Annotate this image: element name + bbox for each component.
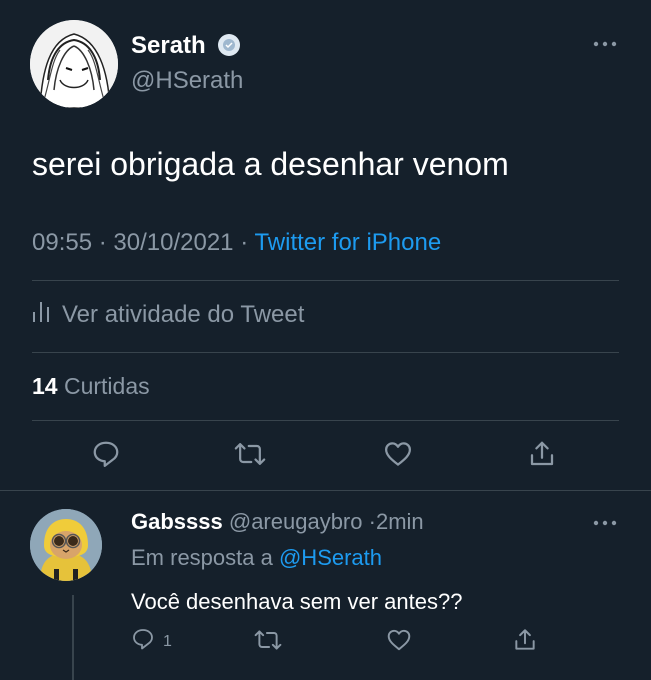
likes-number: 14 bbox=[32, 373, 58, 399]
like-icon bbox=[386, 627, 412, 658]
retweet-button[interactable] bbox=[232, 438, 268, 474]
more-icon[interactable] bbox=[592, 516, 618, 527]
reply-icon bbox=[91, 439, 121, 474]
meta-separator: · bbox=[98, 229, 107, 256]
reply-count: 1 bbox=[163, 632, 172, 650]
share-button[interactable] bbox=[524, 438, 560, 474]
meta-separator: · bbox=[240, 229, 249, 256]
thread-line bbox=[72, 595, 74, 680]
reply-icon bbox=[131, 627, 155, 656]
retweet-icon bbox=[254, 627, 282, 658]
tweet-date[interactable]: 30/10/2021 bbox=[113, 229, 233, 256]
author-name[interactable]: Serath bbox=[131, 32, 206, 60]
like-icon bbox=[383, 439, 413, 474]
like-button[interactable] bbox=[380, 438, 416, 474]
divider bbox=[32, 352, 619, 353]
reply-retweet-button[interactable] bbox=[254, 627, 282, 658]
share-icon bbox=[512, 627, 538, 658]
reply-to-mention[interactable]: @HSerath bbox=[279, 545, 382, 570]
tweet-source-link[interactable]: Twitter for iPhone bbox=[254, 229, 441, 256]
author-handle[interactable]: @HSerath bbox=[131, 67, 243, 95]
divider bbox=[32, 280, 619, 281]
meta-separator: · bbox=[368, 509, 376, 534]
reply-header: Gabssss @areugaybro ·2min bbox=[131, 509, 424, 535]
divider bbox=[32, 420, 619, 421]
main-tweet: Serath @HSerath serei obrigada a desenha… bbox=[0, 0, 651, 490]
reply-to-label: Em resposta a bbox=[131, 545, 273, 570]
tweet-time[interactable]: 09:55 bbox=[32, 229, 92, 256]
likes-label: Curtidas bbox=[63, 373, 150, 399]
reply-to: Em resposta a @HSerath bbox=[131, 545, 382, 571]
reply-author-handle[interactable]: @areugaybro bbox=[229, 509, 363, 534]
reply-author-name[interactable]: Gabssss bbox=[131, 509, 223, 534]
share-icon bbox=[527, 439, 557, 474]
author-avatar[interactable] bbox=[30, 20, 118, 108]
reply-tweet[interactable]: Gabssss @areugaybro ·2min Em resposta a … bbox=[0, 491, 651, 680]
activity-icon bbox=[32, 300, 50, 329]
tweet-meta: 09:55 · 30/10/2021 · Twitter for iPhone bbox=[32, 229, 441, 257]
tweet-text: serei obrigada a desenhar venom bbox=[32, 146, 509, 182]
more-icon[interactable] bbox=[592, 37, 618, 48]
view-activity-button[interactable]: Ver atividade do Tweet bbox=[32, 300, 304, 329]
likes-count[interactable]: 14 Curtidas bbox=[32, 373, 150, 400]
reply-author-avatar[interactable] bbox=[30, 509, 102, 581]
verified-badge-icon bbox=[218, 34, 240, 56]
activity-label: Ver atividade do Tweet bbox=[62, 300, 305, 328]
reply-time[interactable]: 2min bbox=[376, 509, 424, 534]
reply-text: Você desenhava sem ver antes?? bbox=[131, 589, 463, 614]
retweet-icon bbox=[234, 439, 266, 474]
reply-reply-button[interactable]: 1 bbox=[131, 627, 172, 656]
reply-like-button[interactable] bbox=[386, 627, 412, 658]
reply-button[interactable] bbox=[88, 438, 124, 474]
reply-share-button[interactable] bbox=[512, 627, 538, 658]
